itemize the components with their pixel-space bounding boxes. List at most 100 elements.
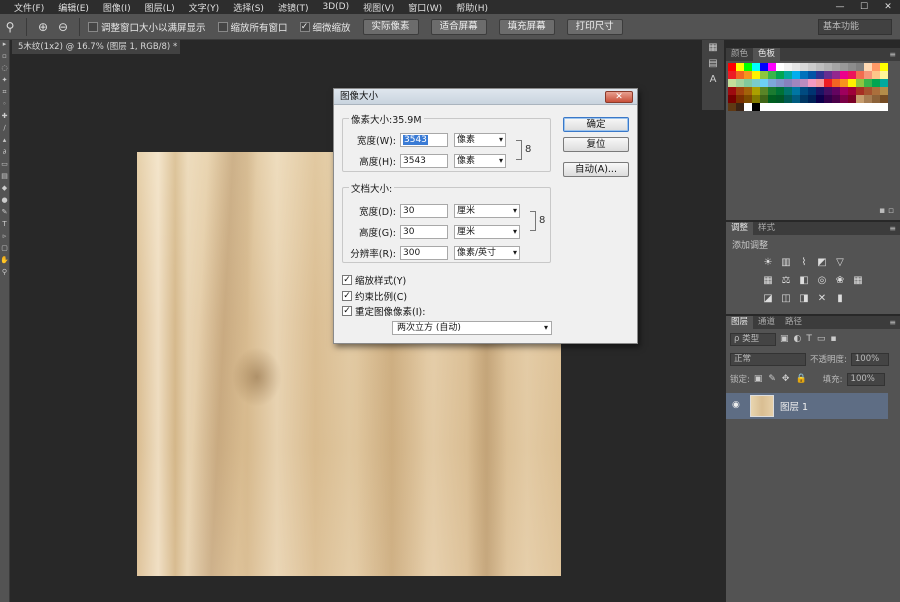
dialog-titlebar[interactable]: 图像大小 ✕ <box>334 89 637 105</box>
workspace-select[interactable]: 基本功能 <box>818 19 892 35</box>
kind-filter-select[interactable]: ρ 类型 <box>730 332 776 346</box>
menu-item[interactable]: 文字(Y) <box>189 1 220 14</box>
swatch[interactable] <box>816 71 824 79</box>
swatch[interactable] <box>808 63 816 71</box>
swatch[interactable] <box>768 71 776 79</box>
swatch[interactable] <box>728 103 736 111</box>
levels-icon[interactable]: ▥ <box>780 257 792 269</box>
zoom-all-windows-checkbox[interactable]: 缩放所有窗口 <box>217 20 288 34</box>
dodge-tool-icon[interactable]: ● <box>0 196 9 208</box>
swatch[interactable] <box>872 63 880 71</box>
exposure-icon[interactable]: ◩ <box>816 257 828 269</box>
swatch[interactable] <box>840 63 848 71</box>
auto-button[interactable]: 自动(A)... <box>563 162 629 177</box>
swatch[interactable] <box>840 79 848 87</box>
swatch[interactable] <box>808 87 816 95</box>
minimize-button[interactable]: — <box>828 0 852 14</box>
swatch[interactable] <box>864 63 872 71</box>
swatch[interactable] <box>832 95 840 103</box>
swatch[interactable] <box>736 87 744 95</box>
tab-paths[interactable]: 路径 <box>780 316 807 329</box>
swatch[interactable] <box>824 71 832 79</box>
layer-row[interactable]: ◉ 图层 1 <box>726 393 888 419</box>
posterize-icon[interactable]: ◫ <box>780 293 792 305</box>
menu-item[interactable]: 3D(D) <box>322 2 349 12</box>
history-brush-tool-icon[interactable]: ∂ <box>0 148 9 160</box>
swatch[interactable] <box>800 71 808 79</box>
swatch[interactable] <box>824 63 832 71</box>
swatch[interactable] <box>736 103 744 111</box>
swatch[interactable] <box>864 79 872 87</box>
fill-screen-button[interactable]: 填充屏幕 <box>498 18 555 35</box>
swatch[interactable] <box>760 87 768 95</box>
swatch[interactable] <box>856 79 864 87</box>
panel-menu-icon[interactable]: ≡ <box>889 316 896 329</box>
swatch[interactable] <box>752 87 760 95</box>
swatch[interactable] <box>880 95 888 103</box>
pixel-width-unit-select[interactable]: 像素 <box>454 133 506 147</box>
doc-height-input[interactable]: 30 <box>400 225 448 239</box>
tab-channels[interactable]: 通道 <box>753 316 780 329</box>
swatch[interactable] <box>800 103 808 111</box>
swatch[interactable] <box>760 103 768 111</box>
fill-input[interactable]: 100% <box>846 372 885 386</box>
history-panel-icon[interactable]: ▦ <box>702 40 724 56</box>
actual-pixels-button[interactable]: 实际像素 <box>362 18 419 35</box>
swatch[interactable] <box>824 95 832 103</box>
resolution-unit-select[interactable]: 像素/英寸 <box>454 246 520 260</box>
print-size-button[interactable]: 打印尺寸 <box>566 18 623 35</box>
filter-icons[interactable]: ▣◐T▭▪ <box>780 334 841 344</box>
swatch[interactable] <box>872 87 880 95</box>
swatch[interactable] <box>848 63 856 71</box>
maximize-button[interactable]: ☐ <box>852 0 876 14</box>
vibrance-icon[interactable]: ▽ <box>834 257 846 269</box>
pen-tool-icon[interactable]: ✎ <box>0 208 9 220</box>
swatch[interactable] <box>776 95 784 103</box>
swatch[interactable] <box>768 63 776 71</box>
resample-checkbox[interactable]: ✓ 重定图像像素(I): <box>342 304 425 318</box>
swatch[interactable] <box>752 71 760 79</box>
swatch-footer-icons[interactable]: ▪ ▫ <box>879 206 894 216</box>
swatch[interactable] <box>848 87 856 95</box>
document-tab[interactable]: 5木纹(1x2) @ 16.7% (图层 1, RGB/8) * × <box>12 40 180 54</box>
swatch[interactable] <box>832 63 840 71</box>
swatch[interactable] <box>864 103 872 111</box>
swatch[interactable] <box>832 87 840 95</box>
swatch[interactable] <box>840 71 848 79</box>
swatch[interactable] <box>816 79 824 87</box>
blend-mode-select[interactable]: 正常 <box>730 352 806 366</box>
swatch[interactable] <box>816 95 824 103</box>
swatch[interactable] <box>784 63 792 71</box>
swatch[interactable] <box>728 79 736 87</box>
menu-item[interactable]: 滤镜(T) <box>278 1 309 14</box>
color-lookup-icon[interactable]: ▦ <box>852 275 864 287</box>
menu-item[interactable]: 文件(F) <box>14 1 44 14</box>
shape-tool-icon[interactable]: ▢ <box>0 244 9 256</box>
swatch[interactable] <box>760 79 768 87</box>
swatch[interactable] <box>792 87 800 95</box>
swatch[interactable] <box>736 79 744 87</box>
pixel-width-value[interactable]: 3543 <box>403 135 428 145</box>
swatch[interactable] <box>760 71 768 79</box>
type-tool-icon[interactable]: T <box>0 220 9 232</box>
swatch[interactable] <box>840 103 848 111</box>
swatch[interactable] <box>736 71 744 79</box>
scrubby-zoom-checkbox[interactable]: ✓ 细微缩放 <box>299 20 351 34</box>
swatch[interactable] <box>768 79 776 87</box>
swatch[interactable] <box>728 95 736 103</box>
swatch[interactable] <box>808 95 816 103</box>
selective-color-icon[interactable]: ✕ <box>816 293 828 305</box>
brush-tool-icon[interactable]: ∕ <box>0 124 9 136</box>
swatch[interactable] <box>872 103 880 111</box>
stamp-tool-icon[interactable]: ▴ <box>0 136 9 148</box>
pixel-height-input[interactable]: 3543 <box>400 154 448 168</box>
swatch[interactable] <box>880 87 888 95</box>
fit-screen-button[interactable]: 适合屏幕 <box>430 18 487 35</box>
swatch[interactable] <box>824 79 832 87</box>
move-tool-icon[interactable]: ▸ <box>0 40 9 52</box>
swatch[interactable] <box>832 79 840 87</box>
menu-item[interactable]: 窗口(W) <box>408 1 442 14</box>
swatch[interactable] <box>816 87 824 95</box>
hue-saturation-icon[interactable]: ▦ <box>762 275 774 287</box>
checkbox-box-checked[interactable]: ✓ <box>299 21 310 32</box>
